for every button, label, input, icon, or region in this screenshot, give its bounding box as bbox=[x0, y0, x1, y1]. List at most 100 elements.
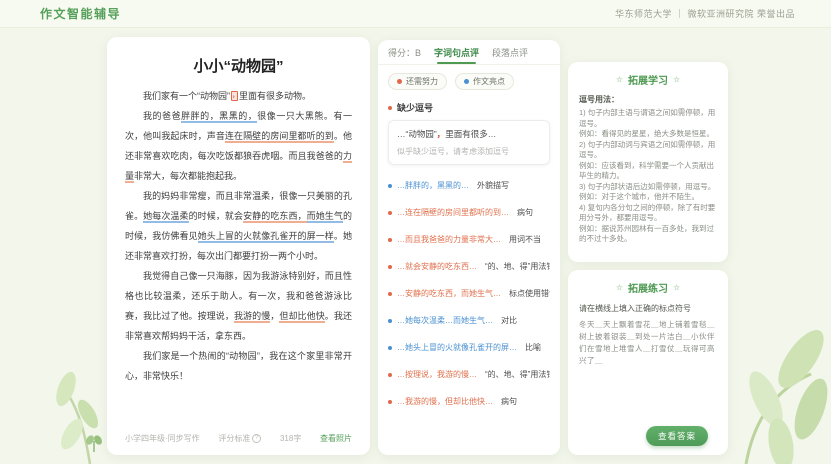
rule-text: 2) 句子内部动词与宾语之间如需停顿，用逗号。 bbox=[579, 140, 717, 161]
review-list: …胖胖的，黑黑的…外貌描写 …连在隔壁的房间里都听的到… 病句 …而且我爸爸的力量非常… bbox=[378, 167, 560, 420]
extend-learning-panel: ☆ 拓展学习 ☆ 逗号用法： 1) 句子内部主语与谓语之间如需停顿，用逗号。例如… bbox=[568, 62, 728, 262]
practice-exercise-text: 冬天＿天上飘着雪花＿地上铺着雪毯＿树上披着银装＿到处一片洁白＿小伙伴们在雪地上堆… bbox=[579, 319, 717, 367]
review-item[interactable]: …胖胖的，黑黑的…外貌描写 bbox=[388, 172, 550, 199]
essay-annotation-issue[interactable]: 我游的慢 bbox=[234, 311, 270, 323]
essay-text: 里面有很多动物。 bbox=[239, 91, 311, 101]
essay-annotation-good[interactable]: 她每次温柔 bbox=[143, 211, 188, 223]
filter-highlights[interactable]: 作文亮点 bbox=[455, 73, 514, 90]
essay-annotation-issue[interactable]: 连在隔壁的房间里都听的到 bbox=[225, 131, 334, 143]
issue-dot-icon bbox=[397, 79, 402, 84]
essay-annotation-issue[interactable]: 但却比他快 bbox=[279, 311, 324, 323]
view-photo-link[interactable]: 查看照片 bbox=[320, 433, 352, 444]
extend-practice-header: ☆ 拓展练习 ☆ bbox=[579, 280, 717, 295]
bullet-icon bbox=[388, 400, 392, 404]
rule-example: 例如：看得见的星星，绝大多数是恒星。 bbox=[579, 129, 717, 140]
bullet-icon bbox=[388, 346, 392, 350]
essay-paragraph: 我的爸爸胖胖的，黑黑的，很像一只大黑熊。有一次，他叫我起床时，声音连在隔壁的房间… bbox=[125, 106, 352, 186]
rubric-link[interactable]: 评分标准 ? bbox=[218, 433, 261, 444]
bullet-icon bbox=[388, 238, 392, 242]
essay-paragraph: 我们家有一个“动物园”，里面有很多动物。 bbox=[125, 86, 352, 106]
star-icon: ☆ bbox=[673, 283, 680, 292]
review-snippet: …连在隔壁的房间里都听的到… bbox=[397, 207, 509, 218]
snippet-text: …“动物园” bbox=[397, 129, 437, 139]
review-tag: 病句 bbox=[501, 396, 517, 407]
essay-text: 我们家是一个热闹的“动物园”，我在这个家里非常开心，非常快乐！ bbox=[125, 351, 352, 381]
review-tag: 标点使用错误 bbox=[509, 288, 550, 299]
star-icon: ☆ bbox=[616, 75, 623, 84]
expanded-item-head: 缺少逗号 bbox=[388, 101, 550, 114]
essay-annotation-issue[interactable]: 吃东西， bbox=[270, 211, 306, 223]
bullet-icon bbox=[388, 319, 392, 323]
bullet-icon bbox=[388, 184, 392, 188]
tab-paragraph-comments[interactable]: 段落点评 bbox=[492, 40, 528, 64]
rule-text: 1) 句子内部主语与谓语之间如需停顿，用逗号。 bbox=[579, 108, 717, 129]
word-count: 318字 bbox=[280, 433, 301, 444]
view-answer-button[interactable]: 查看答案 bbox=[646, 426, 708, 446]
extend-learning-title: 拓展学习 bbox=[628, 72, 668, 87]
review-item[interactable]: …连在隔壁的房间里都听的到… 病句 bbox=[388, 199, 550, 226]
essay-annotation-good[interactable]: 胖胖的，黑黑的， bbox=[181, 111, 257, 123]
expanded-detail-card: …“动物园”，里面有很多… 似乎缺少逗号，请考虑添加逗号 bbox=[388, 120, 550, 165]
review-tag: 病句 bbox=[517, 207, 533, 218]
rubric-label: 评分标准 bbox=[218, 433, 250, 444]
essay-text: 我的爸爸 bbox=[143, 111, 181, 121]
review-item[interactable]: …她头上冒的火就像孔雀开的屏…比喻 bbox=[388, 334, 550, 361]
review-tag: 用词不当 bbox=[509, 234, 541, 245]
grade-label: 小学四年级·同步写作 bbox=[125, 433, 200, 444]
review-item[interactable]: …而且我爸爸的力量非常大…用词不当 bbox=[388, 226, 550, 253]
star-icon: ☆ bbox=[616, 283, 623, 292]
bullet-icon bbox=[388, 211, 392, 215]
review-snippet: …我游的慢，但却比他快… bbox=[397, 396, 493, 407]
filter-needs-work[interactable]: 还需努力 bbox=[388, 73, 447, 90]
info-icon: ? bbox=[252, 434, 261, 443]
extend-practice-panel: ☆ 拓展练习 ☆ 请在横线上填入正确的标点符号 冬天＿天上飘着雪花＿地上铺着雪毯… bbox=[568, 270, 728, 455]
review-tag: 对比 bbox=[501, 315, 517, 326]
snippet-text: 里面有很多… bbox=[445, 129, 496, 139]
review-tabs: 得分：B 字词句点评 段落点评 bbox=[378, 40, 560, 65]
review-snippet: …就会安静的吃东西… bbox=[397, 261, 477, 272]
bullet-icon bbox=[388, 106, 392, 110]
bullet-icon bbox=[388, 265, 392, 269]
star-icon: ☆ bbox=[673, 75, 680, 84]
credits-text: 华东师范大学 ｜ 微软亚洲研究院 荣誉出品 bbox=[615, 7, 795, 20]
essay-annotation-insert[interactable]: ， bbox=[231, 91, 238, 101]
extend-learning-header: ☆ 拓展学习 ☆ bbox=[579, 72, 717, 87]
review-item[interactable]: …安静的吃东西，而她生气…标点使用错误 bbox=[388, 280, 550, 307]
essay-annotation-issue[interactable]: 安静的 bbox=[243, 211, 270, 223]
essay-body: 我们家有一个“动物园”，里面有很多动物。我的爸爸胖胖的，黑黑的，很像一只大黑熊。… bbox=[125, 86, 352, 386]
review-item[interactable]: …按理说，我游的慢…“的、地、得”用法错误 bbox=[388, 361, 550, 388]
top-bar: 作文智能辅导 华东师范大学 ｜ 微软亚洲研究院 荣誉出品 bbox=[0, 0, 831, 28]
bullet-icon bbox=[388, 373, 392, 377]
practice-instruction: 请在横线上填入正确的标点符号 bbox=[579, 303, 717, 314]
plant-decoration-bottom-right bbox=[716, 279, 831, 464]
rule-example: 例如：应该看到，科学需要一个人贡献出毕生的精力。 bbox=[579, 161, 717, 182]
expanded-review-item[interactable]: 缺少逗号 …“动物园”，里面有很多… 似乎缺少逗号，请考虑添加逗号 bbox=[378, 94, 560, 167]
essay-paragraph: 我觉得自己像一只海豚，因为我游泳特别好，而且性格也比较温柔，还乐于助人。有一次，… bbox=[125, 266, 352, 346]
essay-title: 小小“动物园” bbox=[125, 55, 352, 76]
snippet-comma-highlight: ， bbox=[437, 129, 446, 139]
essay-annotation-good[interactable]: 她头上冒的火就像孔雀开的屏一样 bbox=[198, 231, 334, 243]
review-item[interactable]: …我游的慢，但却比他快… 病句 bbox=[388, 388, 550, 415]
review-tag: 外貌描写 bbox=[477, 180, 509, 191]
review-item[interactable]: …她每次温柔…而她生气… 对比 bbox=[388, 307, 550, 334]
expanded-suggestion: 似乎缺少逗号，请考虑添加逗号 bbox=[397, 146, 541, 157]
bullet-icon bbox=[388, 292, 392, 296]
essay-text: 的时候，就会 bbox=[189, 211, 243, 221]
expanded-snippet: …“动物园”，里面有很多… bbox=[397, 128, 541, 140]
review-item[interactable]: …就会安静的吃东西… “的、地、得”用法错误 bbox=[388, 253, 550, 280]
extend-practice-title: 拓展练习 bbox=[628, 280, 668, 295]
essay-footer: 小学四年级·同步写作 评分标准 ? 318字 查看照片 bbox=[125, 433, 352, 444]
essay-annotation-good[interactable]: 而她生气 bbox=[307, 211, 343, 223]
review-tag: “的、地、得”用法错误 bbox=[485, 369, 550, 380]
review-tag: 比喻 bbox=[525, 342, 541, 353]
essay-text: 我们家有一个“动物园” bbox=[143, 91, 230, 101]
sprout-decoration bbox=[84, 434, 104, 452]
rule-text: 4) 复句内各分句之间的停顿，除了有时要用分号外，都要用逗号。 bbox=[579, 203, 717, 224]
review-panel: 得分：B 字词句点评 段落点评 还需努力 作文亮点 缺少逗号 …“动物园”，里面… bbox=[378, 40, 560, 455]
rule-example: 例如：对于这个城市，他并不陌生。 bbox=[579, 192, 717, 203]
tab-sentence-comments[interactable]: 字词句点评 bbox=[434, 40, 479, 64]
essay-text: 非常大，每次都能抱起我。 bbox=[134, 171, 242, 181]
review-tag: “的、地、得”用法错误 bbox=[485, 261, 550, 272]
review-snippet: …她每次温柔…而她生气… bbox=[397, 315, 493, 326]
tab-score[interactable]: 得分：B bbox=[388, 40, 421, 64]
